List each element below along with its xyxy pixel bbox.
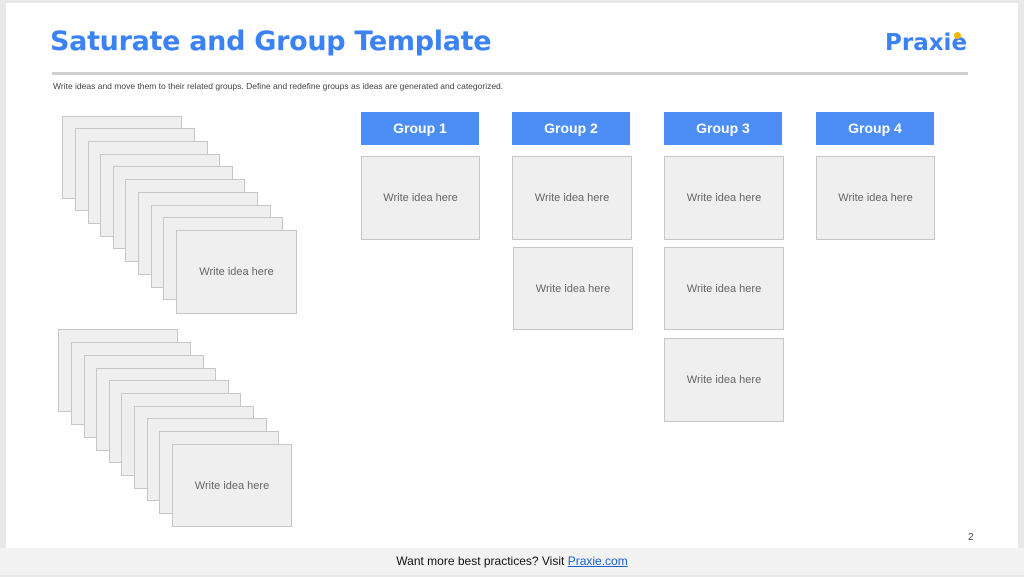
page-number: 2 [968, 532, 974, 543]
group-3-idea-card[interactable]: Write idea here [664, 338, 784, 422]
group-3-idea-card[interactable]: Write idea here [664, 156, 784, 240]
group-4-header[interactable]: Group 4 [816, 112, 934, 145]
group-2-header[interactable]: Group 2 [512, 112, 630, 145]
praxie-link[interactable]: Praxie.com [568, 554, 628, 568]
page-title: Saturate and Group Template [50, 26, 492, 57]
group-3-idea-card[interactable]: Write idea here [664, 247, 784, 330]
logo-dot-icon [954, 32, 961, 39]
group-1-idea-card[interactable]: Write idea here [361, 156, 480, 240]
instructions-text: Write ideas and move them to their relat… [53, 81, 504, 91]
idea-card-text: Write idea here [838, 192, 913, 204]
idea-card-stack-2-top[interactable]: Write idea here [172, 444, 292, 527]
idea-card-text: Write idea here [199, 266, 274, 278]
title-divider [52, 72, 968, 75]
group-3-header[interactable]: Group 3 [664, 112, 782, 145]
idea-card-text: Write idea here [686, 282, 762, 295]
idea-card-text: Write idea here [383, 192, 458, 204]
group-2-idea-card[interactable]: Write idea here [513, 247, 633, 330]
footer-text: Want more best practices? Visit [396, 554, 568, 568]
group-2-idea-card[interactable]: Write idea here [512, 156, 632, 240]
idea-card-text: Write idea here [535, 282, 611, 295]
group-1-header[interactable]: Group 1 [361, 112, 479, 145]
idea-card-text: Write idea here [194, 479, 270, 492]
idea-card-text: Write idea here [534, 192, 610, 204]
idea-card-text: Write idea here [686, 192, 762, 204]
idea-card-text: Write idea here [686, 374, 762, 386]
footer-bar: Want more best practices? Visit Praxie.c… [0, 548, 1024, 575]
group-4-idea-card[interactable]: Write idea here [816, 156, 935, 240]
idea-card-stack-1-top[interactable]: Write idea here [176, 230, 297, 314]
